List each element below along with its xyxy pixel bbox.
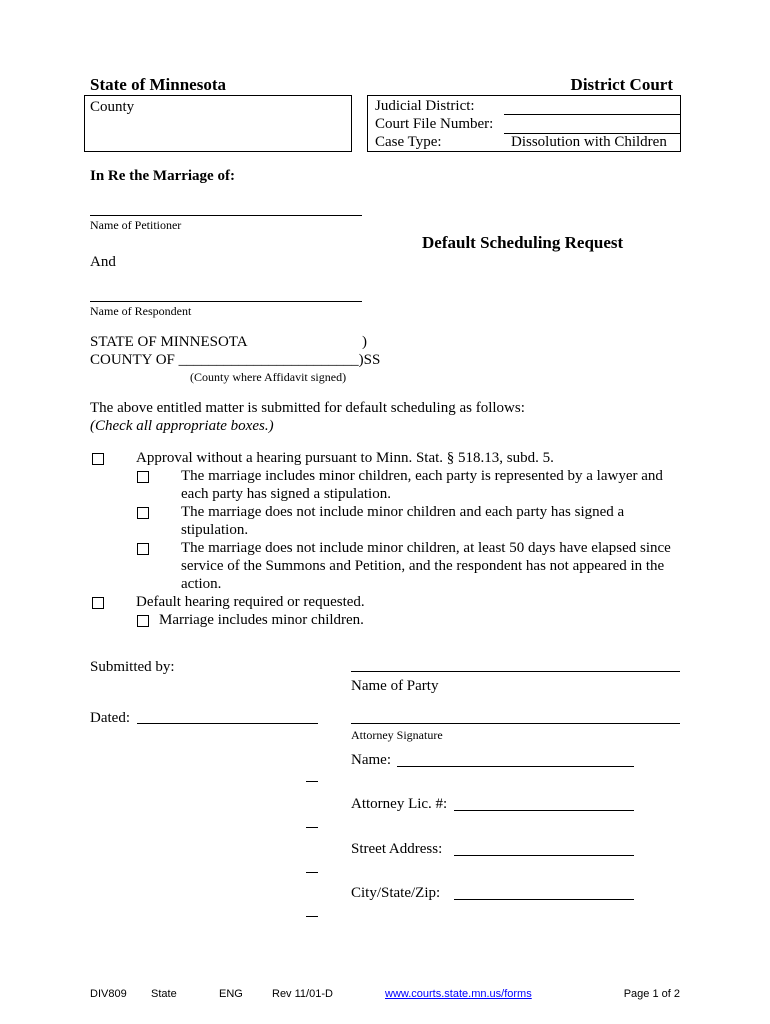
and-text: And: [90, 254, 116, 270]
judicial-district-field[interactable]: [504, 114, 680, 115]
document-title: Default Scheduling Request: [422, 233, 624, 252]
name-of-party-label: Name of Party: [351, 678, 439, 694]
respondent-label: Name of Respondent: [90, 304, 192, 318]
state-heading: State of Minnesota: [90, 75, 226, 94]
dated-label: Dated:: [90, 710, 130, 726]
option-text: stipulation.: [181, 522, 249, 538]
attorney-lic-label: Attorney Lic. #:: [351, 796, 448, 812]
city-state-zip-label: City/State/Zip:: [351, 885, 441, 901]
checkbox-marriage-minor-children[interactable]: [137, 615, 149, 627]
date-field[interactable]: [137, 723, 318, 724]
venue-paren: ): [362, 334, 367, 350]
dash: [306, 827, 318, 828]
attorney-signature-field[interactable]: [351, 723, 680, 724]
option-text: The marriage includes minor children, ea…: [181, 468, 663, 484]
petitioner-label: Name of Petitioner: [90, 218, 182, 232]
option-text: each party has signed a stipulation.: [181, 486, 391, 502]
street-address-field[interactable]: [454, 855, 634, 856]
option-text: Approval without a hearing pursuant to M…: [136, 450, 554, 466]
name-label: Name:: [351, 752, 391, 768]
case-info-box: Judicial District: Court File Number: Ca…: [367, 95, 681, 152]
case-type-label: Case Type:: [375, 134, 442, 150]
case-type-value: Dissolution with Children: [511, 134, 667, 150]
venue-state: STATE OF MINNESOTA: [90, 334, 248, 350]
street-address-label: Street Address:: [351, 841, 443, 857]
submitted-by-label: Submitted by:: [90, 659, 175, 675]
in-re-heading: In Re the Marriage of:: [90, 168, 235, 184]
checkbox-approval-without-hearing[interactable]: [92, 453, 104, 465]
dash: [306, 781, 318, 782]
option-text: Marriage includes minor children.: [159, 612, 364, 628]
footer-state: State: [151, 988, 177, 1000]
checkbox-no-children-50-days[interactable]: [137, 543, 149, 555]
intro-text: The above entitled matter is submitted f…: [90, 400, 525, 416]
venue-county-note: (County where Affidavit signed): [190, 370, 347, 384]
court-heading: District Court: [570, 75, 673, 94]
city-state-zip-field[interactable]: [454, 899, 634, 900]
judicial-district-label: Judicial District:: [375, 98, 475, 114]
dash: [306, 916, 318, 917]
attorney-signature-label: Attorney Signature: [351, 728, 443, 742]
option-text: Default hearing required or requested.: [136, 594, 365, 610]
party-name-field[interactable]: [351, 671, 680, 672]
footer-language: ENG: [219, 988, 243, 1000]
court-file-number-label: Court File Number:: [375, 116, 494, 132]
venue-county: COUNTY OF ________________________)SS: [90, 352, 381, 368]
checkbox-default-hearing[interactable]: [92, 597, 104, 609]
intro-instruction: (Check all appropriate boxes.): [90, 418, 274, 434]
option-text: service of the Summons and Petition, and…: [181, 558, 665, 574]
attorney-lic-field[interactable]: [454, 810, 634, 811]
option-text: The marriage does not include minor chil…: [181, 540, 671, 556]
footer-page-number: Page 1 of 2: [623, 988, 680, 1000]
county-label: County: [90, 99, 135, 115]
footer-form-number: DIV809: [90, 988, 127, 1000]
option-text: The marriage does not include minor chil…: [181, 504, 625, 520]
dash: [306, 872, 318, 873]
option-text: action.: [181, 576, 222, 592]
footer-revision: Rev 11/01-D: [272, 988, 333, 1000]
name-field[interactable]: [397, 766, 634, 767]
checkbox-minor-children-stipulation[interactable]: [137, 471, 149, 483]
checkbox-no-children-stipulation[interactable]: [137, 507, 149, 519]
county-box: County: [84, 95, 352, 152]
footer-forms-link[interactable]: www.courts.state.mn.us/forms: [385, 988, 532, 1000]
